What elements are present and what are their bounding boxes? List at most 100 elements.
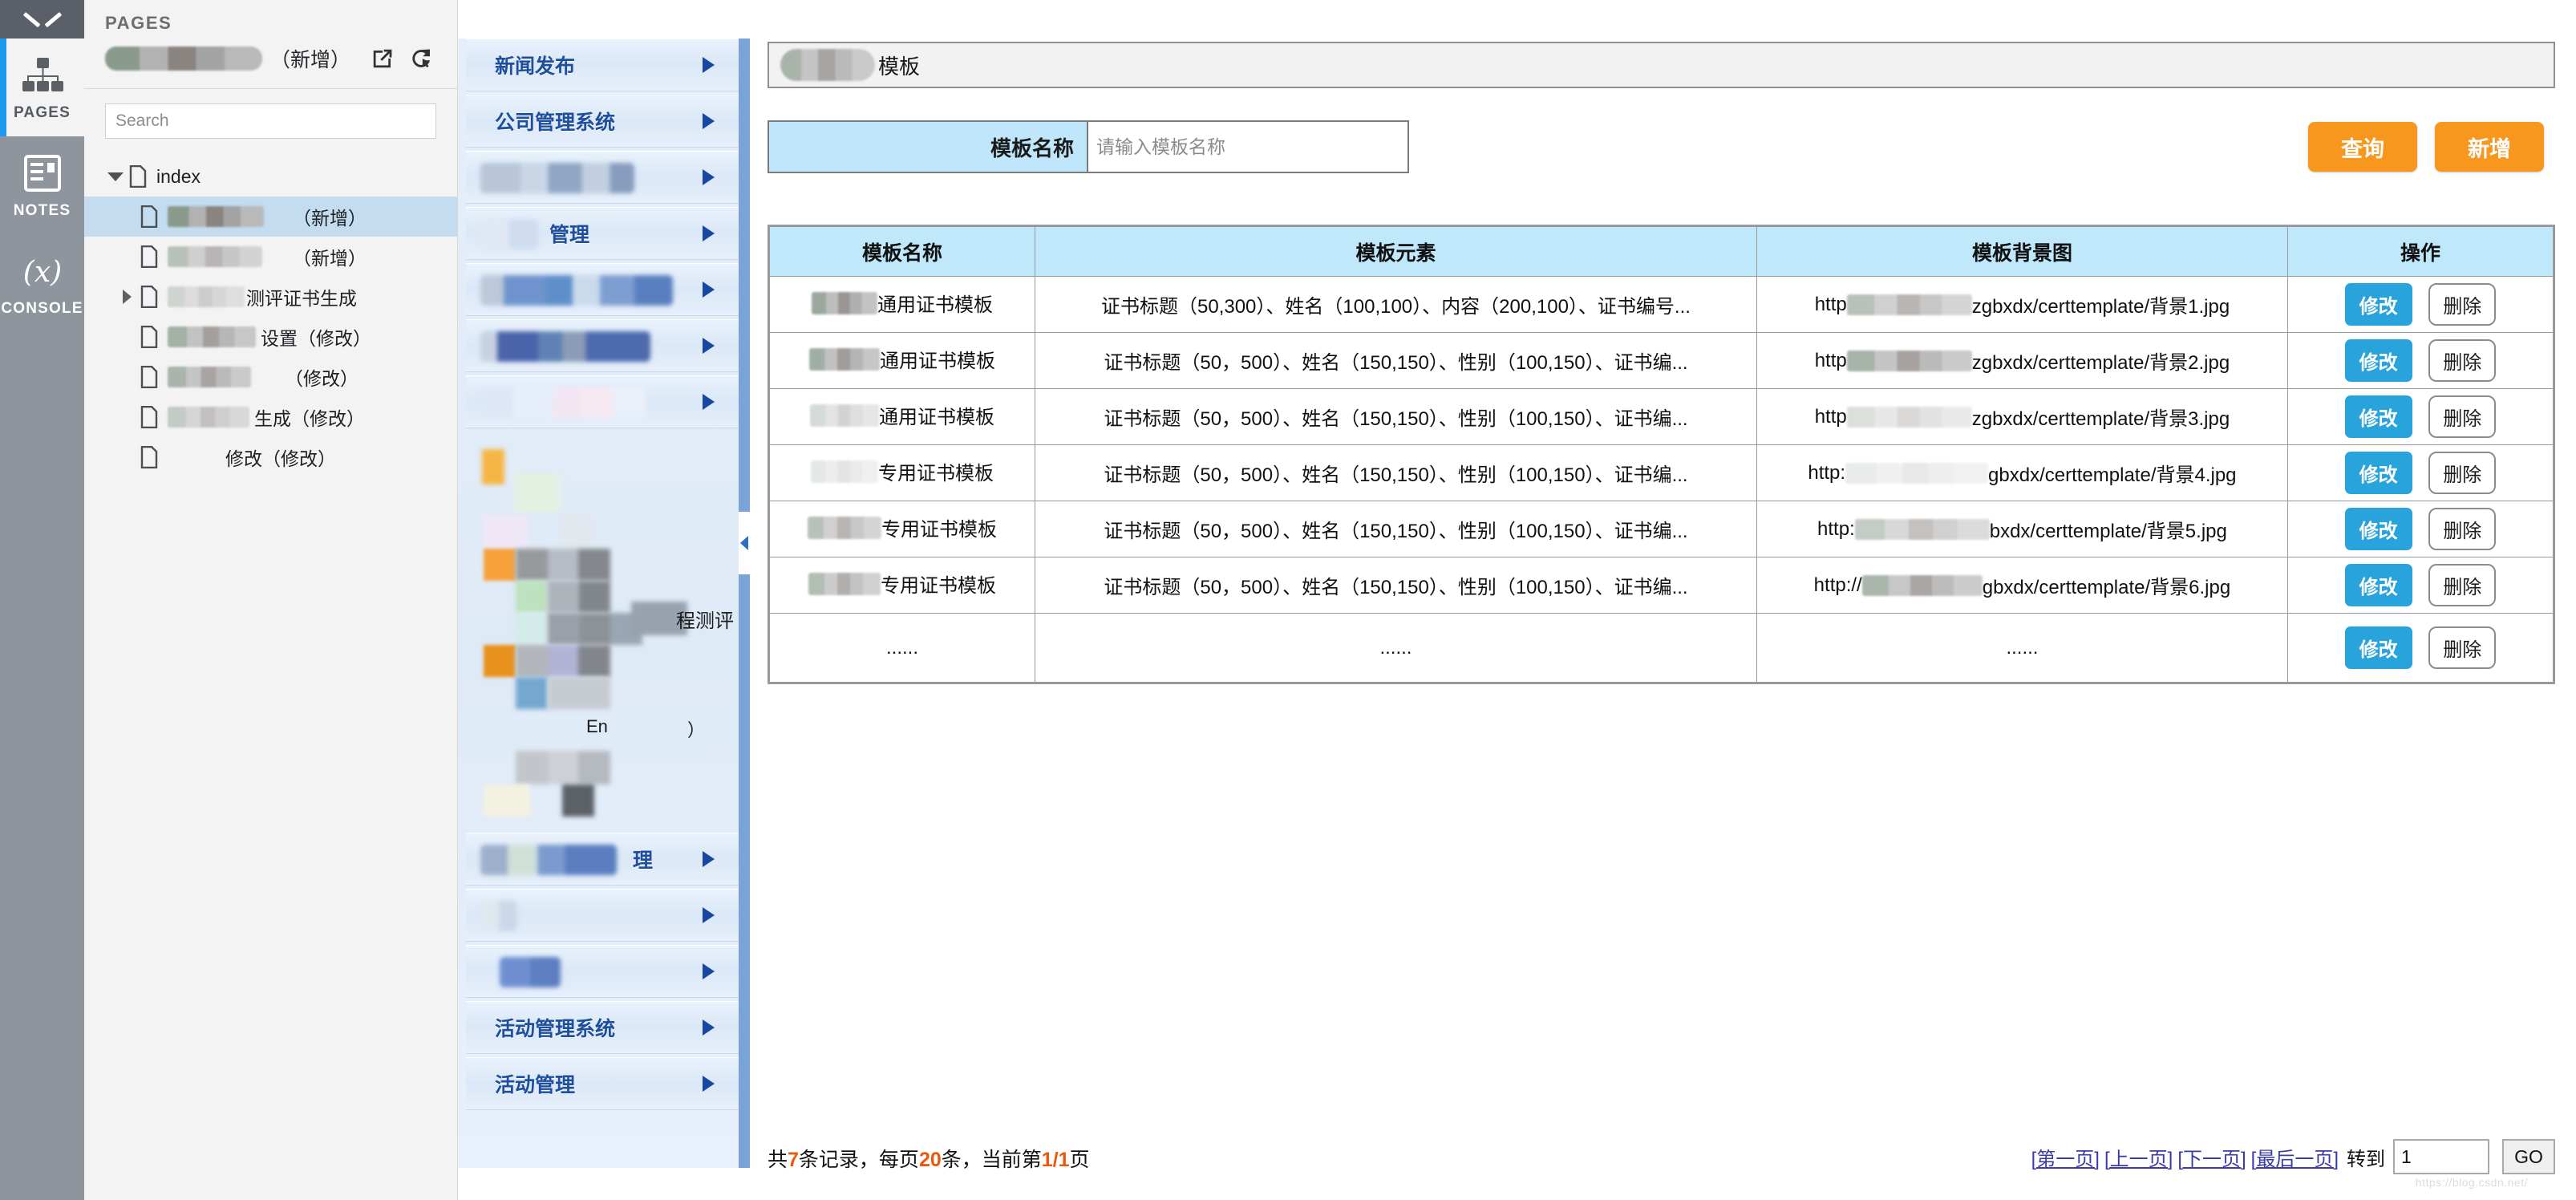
sidebar-collapse-handle[interactable] <box>739 512 750 574</box>
delete-button[interactable]: 删除 <box>2428 395 2497 438</box>
chevron-right-icon <box>703 338 715 354</box>
rail-collapse-button[interactable] <box>0 0 84 39</box>
cell-background-url: http zgbxdx/certtemplate/背景3.jpg <box>1756 388 2288 445</box>
partial-nav-text: ） <box>687 720 706 740</box>
add-button[interactable]: 新增 <box>2435 122 2544 172</box>
tree-row-item-1[interactable]: （新增） <box>84 197 457 237</box>
nav-item-redacted-6[interactable] <box>466 889 739 942</box>
delete-button[interactable]: 删除 <box>2428 452 2497 494</box>
pages-panel-header: PAGES （新增） <box>84 0 457 83</box>
tree-row-item-6[interactable]: 生成（修改） <box>84 397 457 437</box>
cell-template-elements: 证书标题（50,300）、姓名（100,100）、内容（200,100）、证书编… <box>1035 276 1757 333</box>
nav-item-company-system[interactable]: 公司管理系统 <box>466 95 739 148</box>
application-window: PAGES NOTES (x) CONSOLE PAGES （新增） Searc… <box>0 0 2576 1200</box>
template-table-wrapper: 模板名称 模板元素 模板背景图 操作 通用证书模板 证书标题（50,300）、姓… <box>768 225 2555 684</box>
edit-button[interactable]: 修改 <box>2344 452 2412 494</box>
redacted-block <box>548 613 642 645</box>
redacted-name-prefix <box>811 460 878 483</box>
table-footer: 共7条记录，每页20条，当前第1/1页 [第一页] [上一页] [下一页] [最… <box>768 1139 2555 1189</box>
sitemap-icon <box>22 58 63 91</box>
redacted-block <box>561 515 593 549</box>
nav-item-redacted-4[interactable] <box>466 375 739 428</box>
redacted-block <box>516 645 610 677</box>
nav-item-label: 活动管理系统 <box>495 1018 616 1040</box>
search-button[interactable]: 查询 <box>2308 122 2417 172</box>
tree-expand-arrow[interactable] <box>102 172 129 181</box>
nav-item-redacted-7[interactable] <box>466 945 739 998</box>
cell-template-elements: ...... <box>1035 613 1757 683</box>
redacted-block <box>516 613 548 645</box>
record-prefix: 共 <box>768 1149 788 1171</box>
redacted-tree-label <box>168 367 251 387</box>
nav-item-redacted-5[interactable]: 理 <box>466 833 739 886</box>
search-input[interactable] <box>105 103 436 139</box>
page-file-icon <box>140 326 158 348</box>
template-name-text: 专用证书模板 <box>878 463 994 485</box>
rail-item-label: PAGES <box>13 104 71 121</box>
rail-item-notes[interactable]: NOTES <box>0 136 84 234</box>
pages-panel: PAGES （新增） Search index （新增） （新增） 测评证书生成… <box>84 0 458 1200</box>
delete-button[interactable]: 删除 <box>2428 508 2497 550</box>
tree-row-index[interactable]: index <box>84 156 457 197</box>
nav-item-activity-system[interactable]: 活动管理系统 <box>466 1001 739 1054</box>
delete-button[interactable]: 删除 <box>2428 626 2497 669</box>
rail-item-console[interactable]: (x) CONSOLE <box>0 234 84 332</box>
redacted-block <box>516 751 610 784</box>
nav-item-activity-management[interactable]: 活动管理 <box>466 1057 739 1110</box>
edit-button[interactable]: 修改 <box>2344 339 2412 382</box>
tree-row-item-5[interactable]: （修改） <box>84 357 457 397</box>
go-button[interactable]: GO <box>2502 1139 2555 1174</box>
template-name-text: 通用证书模板 <box>877 294 993 317</box>
record-middle-2: 条，当前第 <box>941 1149 1042 1171</box>
redacted-url-host <box>1846 406 1972 428</box>
tree-row-item-4[interactable]: 设置（修改） <box>84 317 457 357</box>
current-page: 1/1 <box>1041 1149 1070 1171</box>
redacted-block <box>484 784 530 817</box>
prev-page-link[interactable]: [上一页] <box>2104 1143 2173 1171</box>
delete-button[interactable]: 删除 <box>2428 283 2497 326</box>
cell-background-url: http zgbxdx/certtemplate/背景1.jpg <box>1756 276 2288 333</box>
nav-item-news[interactable]: 新闻发布 <box>466 39 739 91</box>
nav-item-redacted-1[interactable] <box>466 151 739 204</box>
chevron-right-icon <box>703 907 715 923</box>
edit-button[interactable]: 修改 <box>2344 395 2412 438</box>
url-suffix: zgbxdx/certtemplate/背景2.jpg <box>1971 352 2230 374</box>
redacted-block <box>516 549 610 581</box>
delete-button[interactable]: 删除 <box>2428 339 2497 382</box>
sidebar-nav-list: 新闻发布 公司管理系统 管理 程测评 En ） 理 活动管理系统 活动管理 <box>458 39 739 1168</box>
tree-expand-arrow[interactable] <box>113 290 140 304</box>
nav-item-label: 新闻发布 <box>495 55 576 78</box>
first-page-link[interactable]: [第一页] <box>2031 1143 2100 1171</box>
prototype-viewport: 新闻发布 公司管理系统 管理 程测评 En ） 理 活动管理系统 活动管理 模板… <box>458 0 2576 1200</box>
cell-template-name: 专用证书模板 <box>769 557 1035 614</box>
edit-button[interactable]: 修改 <box>2344 283 2412 326</box>
notes-icon <box>23 155 61 192</box>
edit-button[interactable]: 修改 <box>2344 564 2412 606</box>
chevron-right-icon <box>703 963 715 979</box>
nav-item-redacted-3[interactable] <box>466 319 739 372</box>
delete-button[interactable]: 删除 <box>2428 564 2497 606</box>
main-content: 模板 模板名称 查询 新增 模板名称 模板元素 <box>750 0 2576 1200</box>
chevron-right-icon <box>703 169 715 185</box>
tree-row-item-7[interactable]: 修改（修改） <box>84 437 457 477</box>
redacted-name-prefix <box>810 403 879 427</box>
template-name-input[interactable] <box>1088 122 1407 172</box>
last-page-link[interactable]: [最后一页] <box>2251 1143 2339 1171</box>
nav-item-management[interactable]: 管理 <box>466 207 739 260</box>
tree-row-item-2[interactable]: （新增） <box>84 237 457 277</box>
rail-item-pages[interactable]: PAGES <box>0 39 84 136</box>
record-middle: 条记录，每页 <box>798 1149 919 1171</box>
sidebar-collapse-rail[interactable] <box>739 39 750 1168</box>
open-in-new-window-icon[interactable] <box>371 47 395 71</box>
next-page-link[interactable]: [下一页] <box>2177 1143 2246 1171</box>
nav-item-redacted-2[interactable] <box>466 263 739 316</box>
url-suffix: zgbxdx/certtemplate/背景1.jpg <box>1971 296 2230 318</box>
reload-cursor-icon[interactable] <box>409 47 433 71</box>
edit-button[interactable]: 修改 <box>2344 508 2412 550</box>
goto-page-input[interactable] <box>2393 1139 2489 1174</box>
edit-button[interactable]: 修改 <box>2344 626 2412 669</box>
tree-row-item-3[interactable]: 测评证书生成 <box>84 277 457 317</box>
cell-template-elements: 证书标题（50，500）、姓名（150,150）、性别（100,150）、证书编… <box>1035 444 1757 501</box>
column-header-background: 模板背景图 <box>1756 226 2288 277</box>
url-prefix: http:// <box>1813 574 1862 596</box>
